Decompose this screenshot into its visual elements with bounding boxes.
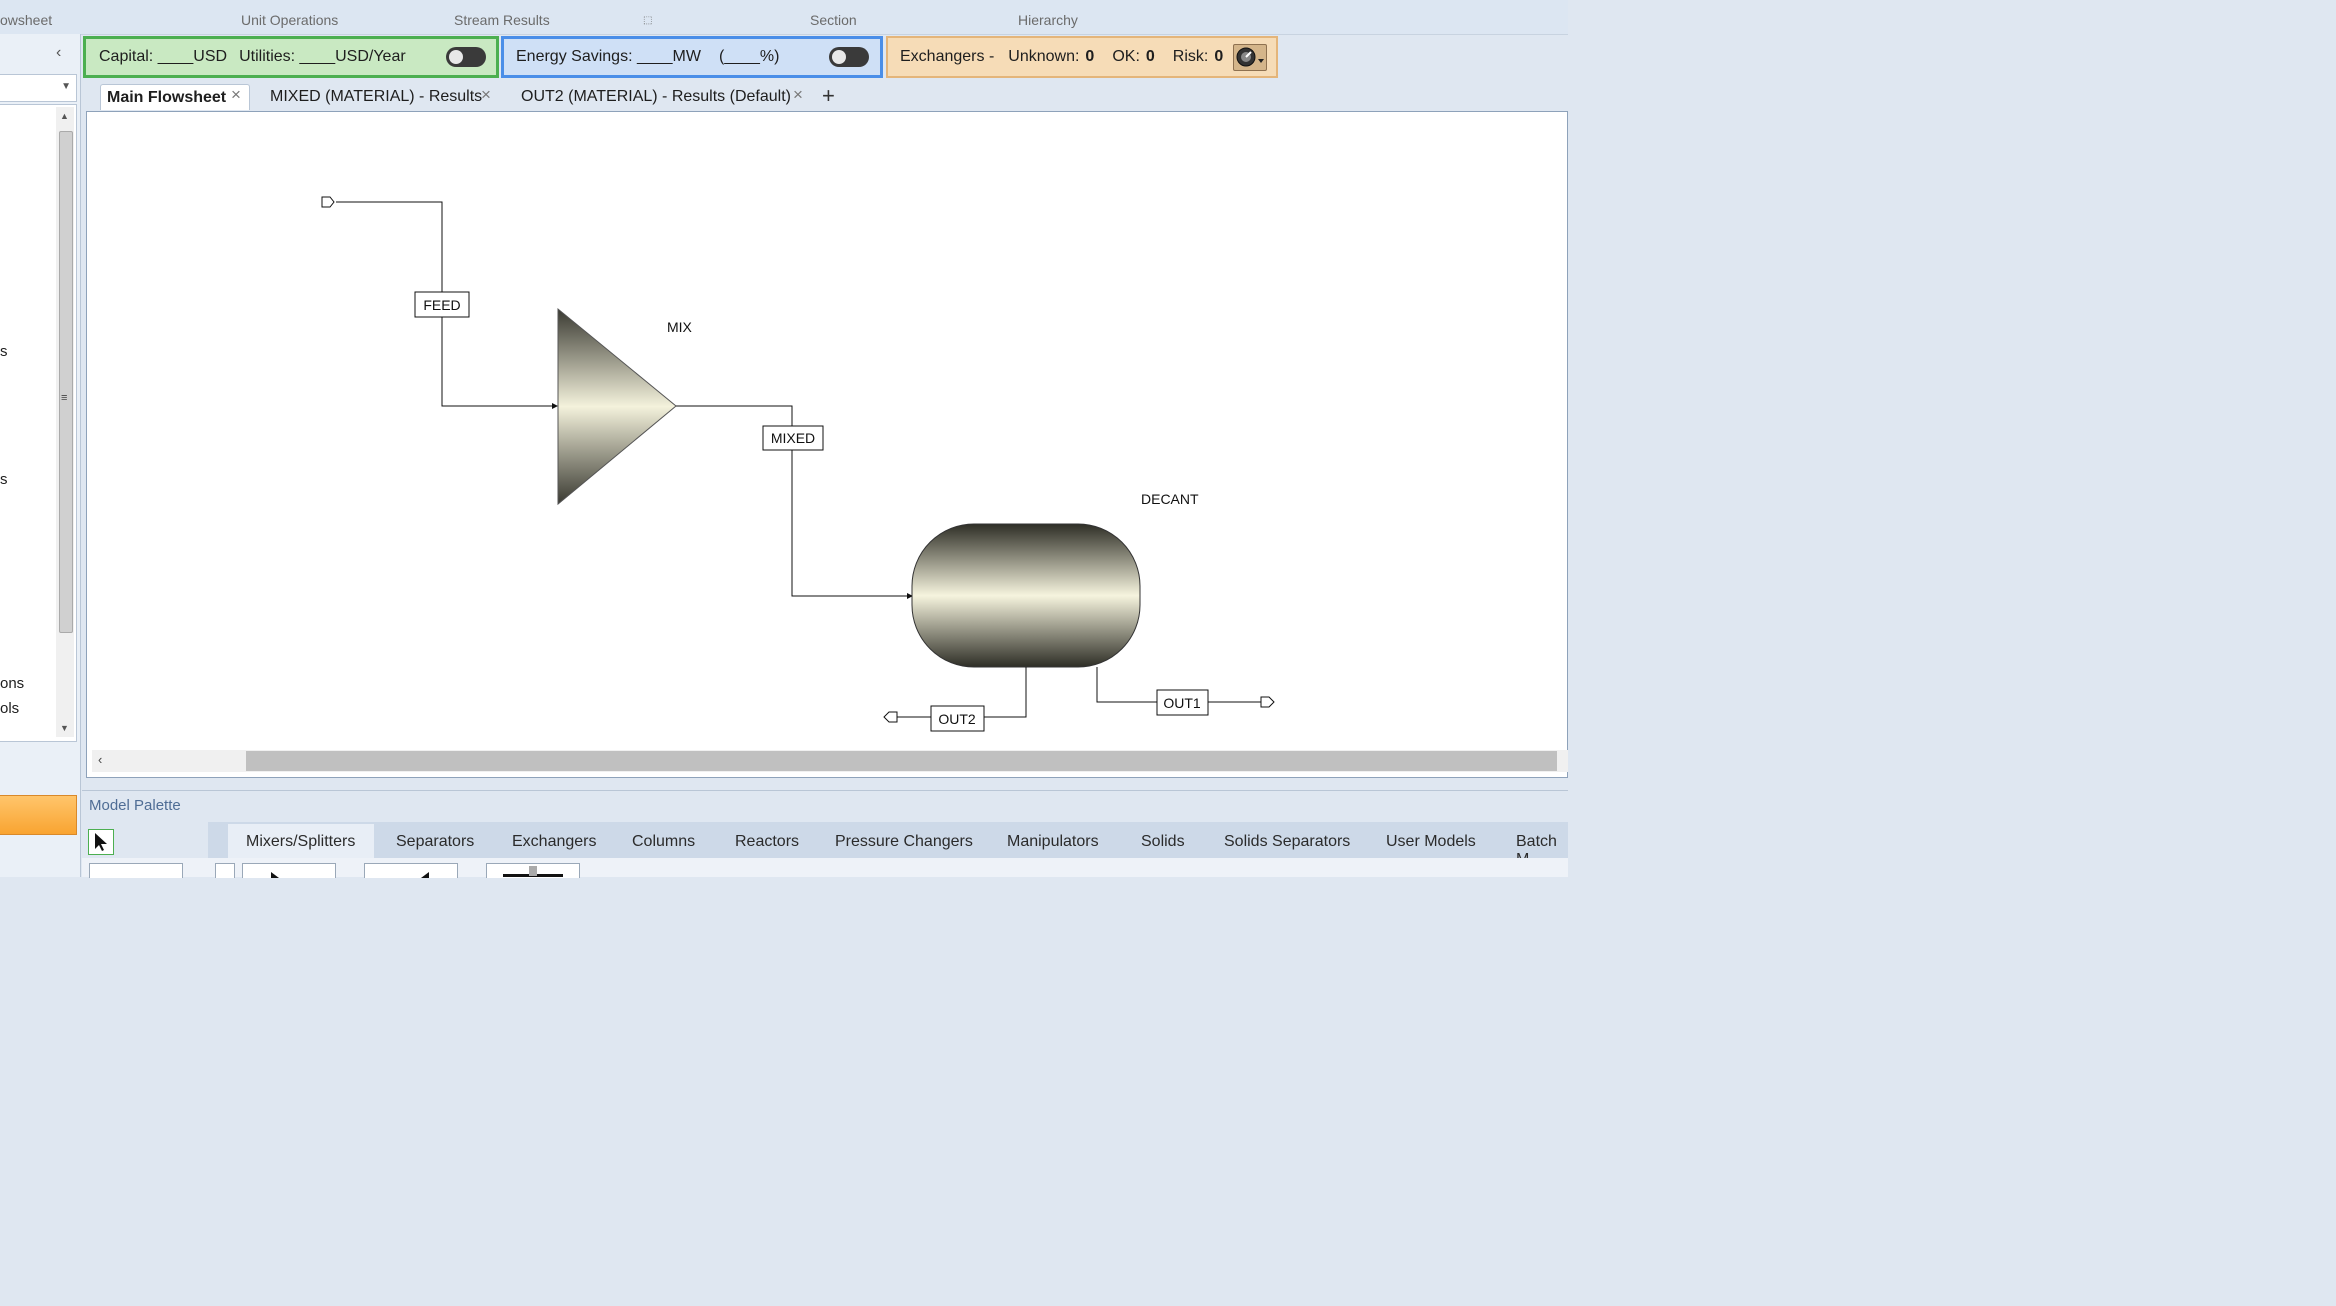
out1-outlet-arrow-icon	[1260, 696, 1275, 708]
navigation-dropdown[interactable]: ▼	[0, 74, 77, 102]
tab-label: OUT2 (MATERIAL) - Results (Default)	[521, 88, 791, 105]
palette-tab-mixers-splitters[interactable]: Mixers/Splitters	[246, 833, 355, 851]
palette-tab-manipulators[interactable]: Manipulators	[1007, 833, 1099, 851]
ribbon-group-stream-results: Stream Results	[454, 12, 550, 28]
grip-icon: ≡	[61, 392, 68, 404]
palette-tab-solids-separators[interactable]: Solids Separators	[1224, 833, 1350, 851]
ok-label: OK:	[1112, 48, 1140, 65]
palette-tab-pressure-changers[interactable]: Pressure Changers	[835, 833, 973, 851]
stream-name-out2: OUT2	[938, 711, 976, 727]
splitter-model-icon	[421, 872, 429, 878]
dialog-launcher-icon[interactable]: ⬚	[643, 15, 652, 26]
arrowhead-icon	[552, 403, 558, 409]
scrollbar-thumb[interactable]: ≡	[59, 131, 73, 633]
capital-toggle[interactable]	[446, 47, 486, 67]
capital-label: Capital: ____USD	[99, 48, 228, 65]
block-name-mix: MIX	[667, 319, 693, 335]
stream-name-mixed: MIXED	[771, 430, 815, 446]
close-icon[interactable]: ×	[231, 85, 241, 105]
vertical-scrollbar[interactable]: ▲ ≡ ▼	[56, 107, 74, 737]
tab-main-flowsheet[interactable]: Main Flowsheet	[100, 84, 250, 110]
ribbon-group-unit-operations: Unit Operations	[241, 12, 339, 28]
navigation-highlight-button[interactable]	[0, 795, 77, 835]
block-name-decant: DECANT	[1141, 491, 1199, 507]
tab-label: Main Flowsheet	[107, 89, 227, 106]
decanter-block[interactable]	[911, 523, 1141, 668]
utilities-label: Utilities: ____USD/Year	[239, 48, 406, 65]
palette-tab-exchangers[interactable]: Exchangers	[512, 833, 597, 851]
toolbar-spacer	[1280, 36, 1568, 78]
palette-ssplit-model[interactable]	[486, 863, 580, 878]
palette-title: Model Palette	[89, 797, 181, 814]
tab-mixed-results[interactable]: MIXED (MATERIAL) - Results	[264, 84, 488, 110]
palette-tab-solids[interactable]: Solids	[1141, 833, 1185, 851]
navigation-tree[interactable]: s s ons ols ▲ ≡ ▼	[0, 104, 77, 742]
stream-name-out1: OUT1	[1163, 695, 1201, 711]
palette-mixer-model[interactable]	[242, 863, 336, 878]
scroll-left-icon[interactable]: ‹	[98, 752, 102, 767]
palette-tab-columns[interactable]: Columns	[632, 833, 695, 851]
energy-savings-bar: Energy Savings: ____MW (____%)	[501, 36, 883, 78]
capital-cost-bar: Capital: ____USD Utilities: ____USD/Year	[83, 36, 499, 78]
feed-inlet-arrow-icon	[321, 196, 335, 208]
tree-item[interactable]: ols	[0, 700, 19, 717]
ribbon-group-section: Section	[810, 12, 857, 28]
mixer-model-icon	[271, 872, 279, 878]
tree-item[interactable]: s	[0, 343, 8, 360]
ssplit-model-icon	[503, 866, 563, 877]
scrollbar-thumb[interactable]	[246, 751, 1557, 771]
exchanger-settings-button[interactable]	[1233, 44, 1267, 71]
risk-label: Risk:	[1172, 48, 1209, 65]
exchangers-label: Exchangers -	[900, 48, 995, 65]
tab-label: MIXED (MATERIAL) - Results	[270, 88, 483, 105]
exchangers-bar: Exchangers - Unknown: 0 OK: 0 Risk: 0	[886, 36, 1278, 78]
stream-name-feed: FEED	[423, 297, 460, 313]
ribbon-group-bar: owsheet Unit Operations Stream Results ⬚…	[0, 0, 1568, 35]
scroll-up-icon[interactable]: ▲	[60, 111, 69, 121]
ribbon-group-hierarchy: Hierarchy	[1018, 12, 1078, 28]
palette-tab-user-models[interactable]: User Models	[1386, 833, 1476, 851]
flowsheet-canvas[interactable]: FEED MIX MIXED DECANT OUT1 OUT2	[86, 111, 1568, 778]
collapse-pane-icon[interactable]: ‹	[56, 44, 61, 62]
risk-count: 0	[1214, 48, 1224, 65]
add-tab-icon[interactable]: +	[822, 83, 835, 109]
horizontal-scrollbar[interactable]: ‹	[92, 750, 1568, 772]
close-icon[interactable]: ×	[481, 85, 491, 105]
unknown-count: 0	[1085, 48, 1095, 65]
scroll-down-icon[interactable]: ▼	[60, 723, 69, 733]
ribbon-group-flowsheet: owsheet	[0, 12, 53, 28]
cursor-arrow-icon	[95, 833, 107, 851]
palette-model-item[interactable]	[215, 863, 235, 878]
tree-item[interactable]: s	[0, 471, 8, 488]
chevron-down-icon: ▼	[61, 81, 71, 92]
gauge-icon	[1236, 47, 1264, 67]
close-icon[interactable]: ×	[793, 85, 803, 105]
palette-splitter-model[interactable]	[364, 863, 458, 878]
energy-percent-label: (____%)	[718, 48, 780, 65]
select-tool-button[interactable]	[88, 829, 114, 855]
ok-count: 0	[1145, 48, 1155, 65]
palette-tab-reactors[interactable]: Reactors	[735, 833, 799, 851]
energy-savings-label: Energy Savings: ____MW	[516, 48, 701, 65]
tree-item[interactable]: ons	[0, 675, 24, 692]
tab-out2-results[interactable]: OUT2 (MATERIAL) - Results (Default)	[515, 84, 797, 110]
out2-outlet-arrow-icon	[883, 711, 898, 723]
palette-model-item[interactable]	[89, 863, 183, 878]
palette-tab-separators[interactable]: Separators	[396, 833, 474, 851]
energy-toggle[interactable]	[829, 47, 869, 67]
flowsheet-diagram[interactable]: FEED MIX MIXED DECANT OUT1 OUT2	[87, 112, 1567, 777]
mixer-block[interactable]	[557, 307, 677, 506]
unknown-label: Unknown:	[1008, 48, 1080, 65]
